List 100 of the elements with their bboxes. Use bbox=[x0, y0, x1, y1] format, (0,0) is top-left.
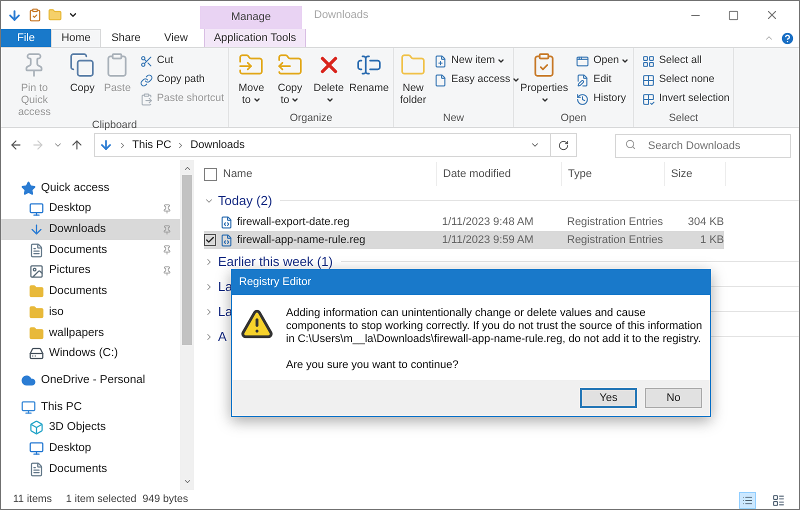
ribbon-button[interactable]: Delete bbox=[310, 52, 348, 106]
column-header[interactable]: Type bbox=[561, 162, 664, 186]
ribbon-icon bbox=[69, 52, 96, 78]
drive-icon bbox=[29, 346, 44, 362]
caret-icon bbox=[326, 96, 334, 104]
ribbon-icon bbox=[642, 54, 655, 68]
nav-item[interactable]: 3D Objects bbox=[1, 418, 180, 438]
nav-item[interactable]: wallpapers bbox=[1, 322, 180, 344]
ribbon-button[interactable]: Select none bbox=[642, 71, 730, 89]
ribbon-button[interactable]: Open bbox=[576, 52, 629, 70]
nav-item[interactable]: Pictures bbox=[1, 260, 180, 282]
group-label: Select bbox=[668, 111, 700, 126]
pin-icon bbox=[162, 224, 172, 235]
group-label: New bbox=[442, 111, 465, 126]
nav-item[interactable]: This PC bbox=[1, 396, 180, 418]
breadcrumb[interactable]: Downloads bbox=[190, 136, 245, 154]
ribbon-button[interactable]: Copy path bbox=[140, 71, 224, 89]
ribbon-icon bbox=[140, 92, 153, 106]
ribbon-icon bbox=[140, 74, 153, 86]
properties-icon[interactable] bbox=[28, 8, 42, 22]
ribbon-tab[interactable]: View bbox=[151, 29, 201, 47]
caret-icon bbox=[252, 96, 261, 104]
nav-item[interactable]: Windows (C:) bbox=[1, 344, 180, 364]
ribbon-button[interactable]: Select all bbox=[642, 52, 730, 70]
nav-item[interactable]: Documents bbox=[1, 240, 180, 261]
context-tab-header: Manage bbox=[200, 6, 302, 29]
customize-menu-icon[interactable] bbox=[68, 10, 78, 20]
pin-icon bbox=[162, 245, 172, 256]
scroll-up-icon[interactable] bbox=[182, 164, 192, 173]
ribbon-button[interactable]: Invert selection bbox=[642, 90, 730, 108]
ribbon-button[interactable]: Edit bbox=[576, 71, 629, 89]
ribbon-button[interactable]: Copy to bbox=[272, 52, 308, 106]
nav-item[interactable]: Downloads bbox=[1, 219, 180, 240]
nav-item[interactable]: OneDrive - Personal bbox=[1, 370, 180, 391]
scroll-down-icon[interactable] bbox=[182, 477, 192, 486]
details-view-icon[interactable] bbox=[739, 492, 756, 508]
download-icon bbox=[99, 138, 114, 152]
column-header[interactable]: Date modified bbox=[436, 162, 561, 186]
group-header[interactable]: Earlier this week (1) bbox=[218, 252, 333, 272]
back-icon[interactable] bbox=[9, 138, 23, 152]
star-icon bbox=[21, 180, 36, 196]
ribbon-button[interactable]: Move to bbox=[233, 52, 270, 106]
ribbon-button[interactable]: New item bbox=[434, 52, 520, 70]
ribbon-button[interactable]: History bbox=[576, 90, 629, 108]
ribbon-tab[interactable]: Application Tools bbox=[204, 29, 306, 47]
nav-item[interactable]: Documents bbox=[1, 281, 180, 302]
select-all-checkbox[interactable] bbox=[204, 168, 217, 180]
group-header[interactable]: A bbox=[218, 326, 227, 346]
column-header[interactable]: Name bbox=[217, 162, 436, 186]
dialog-button[interactable]: Yes bbox=[580, 388, 637, 408]
selection-size: 949 bytes bbox=[142, 492, 188, 508]
nav-item[interactable]: Desktop bbox=[1, 198, 180, 220]
refresh-icon[interactable] bbox=[558, 140, 570, 150]
ribbon-icon bbox=[576, 54, 590, 68]
scrollbar[interactable] bbox=[180, 160, 194, 490]
maximize-icon[interactable] bbox=[728, 10, 739, 20]
caret-icon bbox=[541, 96, 550, 104]
warning-icon bbox=[240, 307, 274, 341]
up-icon[interactable] bbox=[70, 138, 84, 152]
ribbon-button[interactable]: Cut bbox=[140, 52, 224, 70]
file-row[interactable]: firewall-export-date.reg 1/11/2023 9:48 AM Registration Entries 304 KB bbox=[204, 213, 724, 231]
nav-item[interactable]: Quick access bbox=[1, 178, 180, 199]
column-header[interactable]: Size bbox=[664, 162, 726, 186]
ribbon-icon bbox=[434, 54, 448, 68]
download-icon[interactable] bbox=[7, 8, 22, 22]
pin-icon bbox=[162, 204, 172, 214]
type-cell-text: Registration Entries bbox=[566, 232, 664, 248]
ribbon-button[interactable]: Properties bbox=[518, 52, 570, 106]
ribbon-button[interactable]: Easy access bbox=[434, 71, 520, 89]
window-title: Downloads bbox=[314, 8, 368, 23]
ribbon-button[interactable]: Copy bbox=[66, 52, 99, 94]
ribbon-tab[interactable]: Share bbox=[101, 29, 151, 47]
nav-item[interactable]: Desktop bbox=[1, 438, 180, 459]
close-icon[interactable] bbox=[765, 8, 779, 22]
dialog-button[interactable]: No bbox=[645, 388, 702, 408]
caret-icon bbox=[497, 57, 506, 65]
search-field[interactable]: Search Downloads bbox=[615, 134, 792, 158]
help-icon[interactable] bbox=[780, 30, 795, 46]
dialog-message: Adding information can unintentionally change or delete values and cause components to stop working correctly. If you do not trust the source of this information in C:\Users\m__la\Downloads\firewall-app-name-rule.reg, do not add it to the registry. bbox=[286, 307, 704, 346]
ribbon-tab[interactable]: Home bbox=[51, 29, 101, 47]
group-label: Clipboard bbox=[91, 118, 138, 133]
breadcrumb[interactable]: This PC bbox=[132, 136, 172, 154]
date-cell-text: 1/11/2023 9:59 AM bbox=[441, 232, 535, 248]
ribbon-tab[interactable]: File bbox=[1, 29, 51, 47]
registry-file-icon bbox=[220, 216, 233, 228]
document-icon bbox=[29, 462, 44, 477]
caret-icon bbox=[291, 96, 300, 104]
group-header[interactable]: Today (2) bbox=[218, 190, 272, 210]
file-row[interactable]: firewall-app-name-rule.reg 1/11/2023 9:59 AM Registration Entries 1 KB bbox=[204, 231, 724, 249]
ribbon-button[interactable]: Rename bbox=[349, 52, 390, 94]
caret-icon bbox=[621, 57, 629, 65]
file-name: firewall-app-name-rule.reg bbox=[237, 232, 366, 248]
nav-item[interactable]: iso bbox=[1, 302, 180, 323]
size-cell-text: 1 KB bbox=[699, 232, 724, 248]
address-bar[interactable]: This PC Downloads bbox=[94, 133, 578, 157]
desktop-icon bbox=[29, 441, 44, 456]
nav-item[interactable]: Documents bbox=[1, 458, 180, 480]
ribbon-button[interactable]: New folder bbox=[398, 52, 428, 106]
row-checkbox[interactable] bbox=[204, 234, 216, 246]
ribbon-icon bbox=[434, 74, 448, 86]
